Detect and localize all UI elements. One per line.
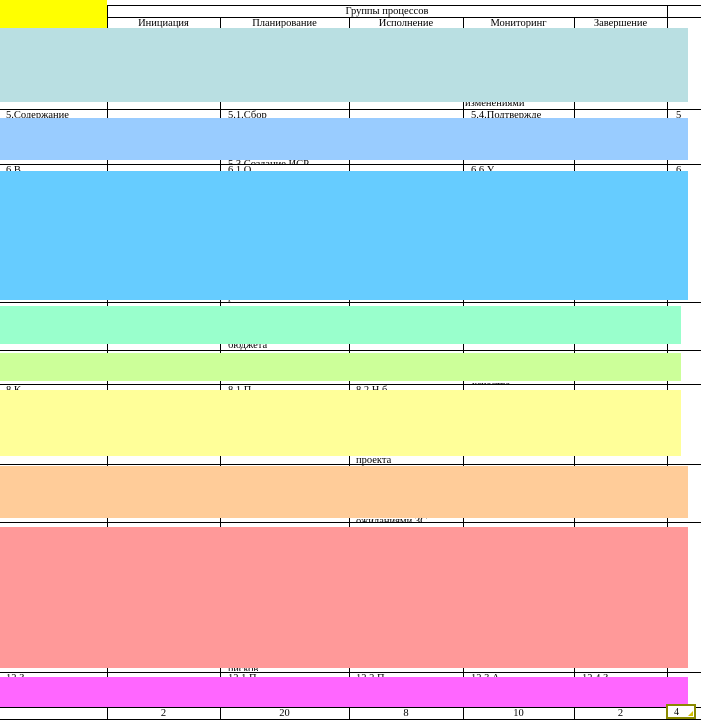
color-band-2 [0,118,688,160]
row-line-g [0,522,701,523]
row-line-d [0,350,701,351]
row-line-b [0,164,701,165]
group-title: Группы процессов [345,6,429,17]
fill-handle-icon[interactable] [688,711,693,716]
row-line-a [0,109,701,110]
quality-execution-tail: проекта [356,455,392,466]
total-initiation: 2 [160,708,167,719]
row-line-f [0,464,701,465]
grand-total: 4 [674,707,679,718]
color-band-9 [0,677,688,707]
total-execution: 8 [403,708,409,719]
color-band-4 [0,306,681,344]
row-line-c [0,302,701,303]
total-planning: 20 [279,708,290,719]
color-band-1 [0,28,688,102]
row-line-e [0,384,701,385]
color-band-8 [0,527,688,668]
color-band-5 [0,353,681,381]
corner-highlight-cell [0,0,107,28]
color-band-7 [0,466,688,518]
total-monitoring: 10 [513,708,524,719]
selected-total-cell[interactable]: 4 [666,704,696,719]
color-band-6 [0,390,681,456]
total-closing: 2 [617,708,624,719]
color-band-3 [0,171,688,300]
